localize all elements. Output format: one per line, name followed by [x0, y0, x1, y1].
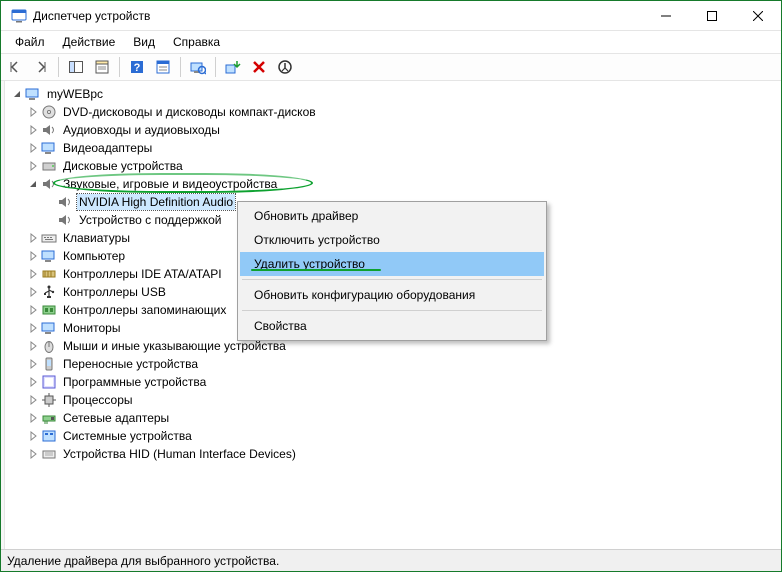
tree-node-hid[interactable]: Устройства HID (Human Interface Devices) [7, 445, 781, 463]
show-hide-tree-button[interactable] [64, 55, 88, 79]
ctx-update-driver[interactable]: Обновить драйвер [240, 204, 544, 228]
scan-hardware-button[interactable] [186, 55, 210, 79]
ctx-separator [242, 310, 542, 311]
tree-node-dvd[interactable]: DVD-дисководы и дисководы компакт-дисков [7, 103, 781, 121]
app-icon [11, 8, 27, 24]
ctx-uninstall-device[interactable]: Удалить устройство [240, 252, 544, 276]
speaker-icon [41, 176, 57, 192]
hid-icon [41, 446, 57, 462]
uninstall-device-toolbar-button[interactable] [247, 55, 271, 79]
storage-controller-icon [41, 302, 57, 318]
chevron-right-icon[interactable] [25, 122, 41, 138]
monitor-icon [41, 320, 57, 336]
portable-device-icon [41, 356, 57, 372]
system-device-icon [41, 428, 57, 444]
chevron-right-icon[interactable] [25, 320, 41, 336]
speaker-icon [57, 194, 73, 210]
chevron-right-icon[interactable] [25, 338, 41, 354]
chevron-right-icon[interactable] [25, 356, 41, 372]
tree-node-portable[interactable]: Переносные устройства [7, 355, 781, 373]
tree-node-processors[interactable]: Процессоры [7, 391, 781, 409]
speaker-icon [41, 122, 57, 138]
forward-button[interactable] [29, 55, 53, 79]
chevron-right-icon[interactable] [25, 104, 41, 120]
chevron-down-icon[interactable] [9, 86, 25, 102]
speaker-icon [57, 212, 73, 228]
tree-root-label: myWEBpc [45, 86, 105, 102]
keyboard-icon [41, 230, 57, 246]
tree-node-network-adapters[interactable]: Сетевые адаптеры [7, 409, 781, 427]
chevron-right-icon[interactable] [25, 428, 41, 444]
menu-file[interactable]: Файл [7, 33, 53, 51]
action-button[interactable] [151, 55, 175, 79]
chevron-down-icon[interactable] [25, 176, 41, 192]
tree-node-system-devices[interactable]: Системные устройства [7, 427, 781, 445]
chevron-right-icon[interactable] [25, 302, 41, 318]
controller-icon [41, 266, 57, 282]
help-button[interactable]: ? [125, 55, 149, 79]
tree-node-audio-io[interactable]: Аудиовходы и аудиовыходы [7, 121, 781, 139]
chevron-right-icon[interactable] [25, 230, 41, 246]
minimize-button[interactable] [643, 1, 689, 31]
menu-view[interactable]: Вид [125, 33, 163, 51]
tree-node-sound-game-video[interactable]: Звуковые, игровые и видеоустройства [7, 175, 781, 193]
back-button[interactable] [3, 55, 27, 79]
chevron-right-icon[interactable] [25, 140, 41, 156]
disc-icon [41, 104, 57, 120]
chevron-right-icon[interactable] [25, 266, 41, 282]
chevron-right-icon[interactable] [25, 248, 41, 264]
chevron-right-icon[interactable] [25, 284, 41, 300]
close-button[interactable] [735, 1, 781, 31]
computer-icon [25, 86, 41, 102]
chevron-right-icon[interactable] [25, 158, 41, 174]
disable-device-toolbar-button[interactable] [273, 55, 297, 79]
status-text: Удаление драйвера для выбранного устройс… [7, 554, 279, 568]
statusbar: Удаление драйвера для выбранного устройс… [1, 549, 781, 571]
svg-text:?: ? [134, 62, 141, 74]
network-adapter-icon [41, 410, 57, 426]
device-tree[interactable]: myWEBpc DVD-дисководы и дисководы компак… [5, 81, 781, 549]
tree-root[interactable]: myWEBpc [7, 85, 781, 103]
ctx-disable-device[interactable]: Отключить устройство [240, 228, 544, 252]
usb-icon [41, 284, 57, 300]
software-device-icon [41, 374, 57, 390]
maximize-button[interactable] [689, 1, 735, 31]
window-title: Диспетчер устройств [33, 9, 150, 23]
update-driver-toolbar-button[interactable] [221, 55, 245, 79]
computer-icon [41, 248, 57, 264]
properties-button[interactable] [90, 55, 114, 79]
titlebar: Диспетчер устройств [1, 1, 781, 31]
ctx-scan-hardware[interactable]: Обновить конфигурацию оборудования [240, 283, 544, 307]
mouse-icon [41, 338, 57, 354]
ctx-separator [242, 279, 542, 280]
chevron-right-icon[interactable] [25, 392, 41, 408]
drive-icon [41, 158, 57, 174]
chevron-right-icon[interactable] [25, 374, 41, 390]
menu-help[interactable]: Справка [165, 33, 228, 51]
chevron-right-icon[interactable] [25, 410, 41, 426]
cpu-icon [41, 392, 57, 408]
toolbar: ? [1, 53, 781, 81]
tree-node-disk-drives[interactable]: Дисковые устройства [7, 157, 781, 175]
tree-node-video-adapters[interactable]: Видеоадаптеры [7, 139, 781, 157]
menu-action[interactable]: Действие [55, 33, 124, 51]
ctx-properties[interactable]: Свойства [240, 314, 544, 338]
chevron-right-icon[interactable] [25, 446, 41, 462]
tree-node-software-devices[interactable]: Программные устройства [7, 373, 781, 391]
monitor-icon [41, 140, 57, 156]
context-menu: Обновить драйвер Отключить устройство Уд… [237, 201, 547, 341]
menubar: Файл Действие Вид Справка [1, 31, 781, 53]
